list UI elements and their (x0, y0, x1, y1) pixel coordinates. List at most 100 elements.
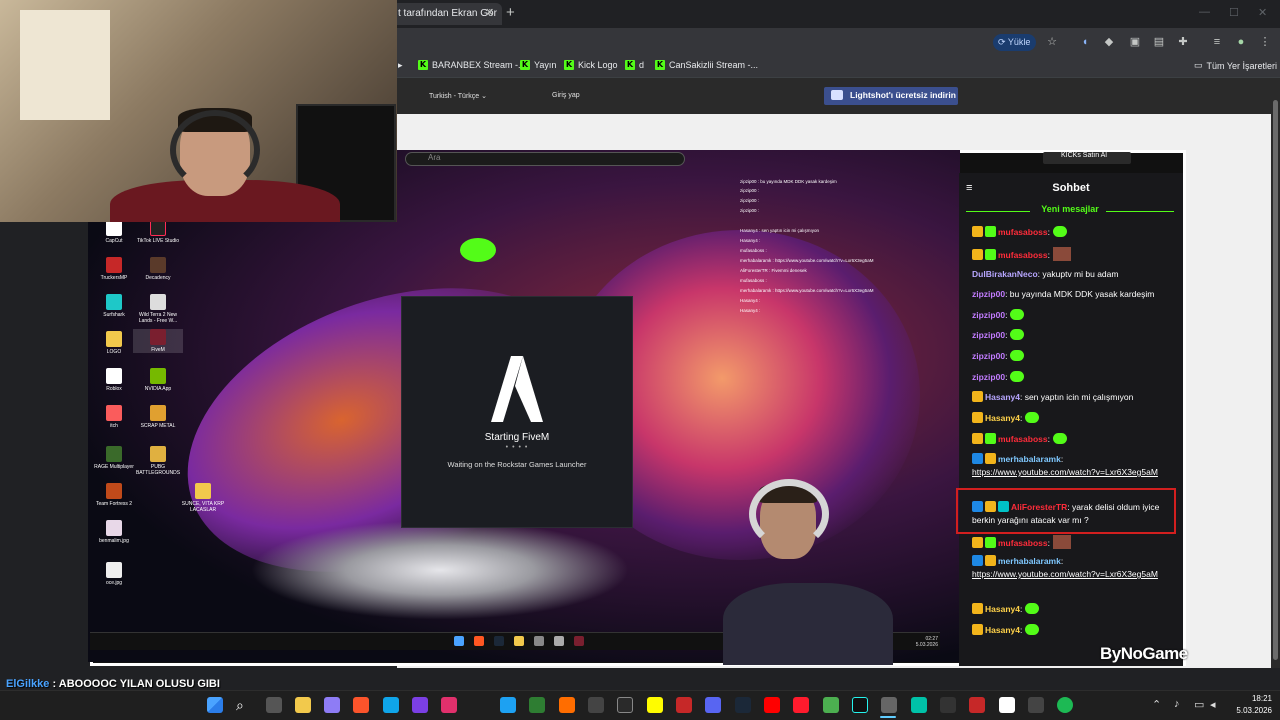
chat-link[interactable]: https://www.youtube.com/watch?v=Lxr6X3eg… (972, 569, 1158, 579)
kick-search-input[interactable]: Ara (405, 152, 685, 166)
desktop-icon-benmalim[interactable]: benmalim.jpg (89, 520, 139, 544)
bookmark-item[interactable]: K CanSakizlii Stream -... (655, 60, 758, 70)
puzzle-icon[interactable]: ✚ (1176, 35, 1190, 49)
yandex-icon[interactable] (999, 697, 1015, 713)
extension-audio-icon[interactable]: ◖ (1078, 35, 1092, 49)
all-bookmarks[interactable]: ▭ Tüm Yer İşaretleri (1194, 60, 1277, 71)
desktop-icon-scrapmetal[interactable]: SCRAP METAL (133, 405, 183, 429)
opera-icon[interactable] (793, 697, 809, 713)
desktop-icon-surfshark[interactable]: Surfshark (89, 294, 139, 318)
desktop-icon-nvidia[interactable]: NVIDIA App (133, 368, 183, 392)
chat-link[interactable]: https://www.youtube.com/watch?v=Lxr6X3eg… (972, 467, 1158, 477)
icon-label: LOGO (106, 349, 122, 355)
crown-badge-icon (972, 412, 983, 423)
desktop-icon-tiktok[interactable]: TikTok LIVE Studio (133, 220, 183, 244)
media-player-icon[interactable] (412, 697, 428, 713)
desktop-icon-fivem[interactable]: FiveM (133, 329, 183, 353)
language-selector[interactable]: Turkish - Türkçe ⌄ (429, 92, 487, 100)
upload-button[interactable]: ⟳ Yükle (993, 34, 1036, 51)
instagram-icon[interactable] (441, 697, 457, 713)
chrome-icon[interactable] (823, 697, 839, 713)
new-tab-icon[interactable]: + (506, 4, 515, 21)
bookmark-item[interactable]: K Yayın (520, 60, 556, 70)
chat-username[interactable]: merhabalaramk (998, 556, 1061, 566)
menu-icon[interactable]: ⋮ (1258, 35, 1272, 49)
twitter-icon[interactable] (500, 697, 516, 713)
chat-username[interactable]: Hasany4 (985, 413, 1020, 423)
chat-username[interactable]: mufasaboss (998, 250, 1048, 260)
epic-games-icon[interactable] (617, 697, 633, 713)
desktop-icon-folder[interactable]: SUNCE, VITA KRP LACASLAR (178, 483, 228, 513)
tray-overflow-icon[interactable]: ⌃ (1152, 698, 1161, 711)
microphone-icon[interactable]: ♪ (1174, 698, 1180, 710)
shield-icon[interactable]: ◆ (1102, 35, 1116, 49)
tab-close-icon[interactable]: ✕ (485, 6, 494, 19)
network-icon[interactable]: ▭ (1194, 698, 1204, 711)
chat-username[interactable]: zipzip00 (972, 310, 1005, 320)
desktop-icon-oce[interactable]: oce.jpg (89, 562, 139, 586)
chat-username[interactable]: merhabalaramk (998, 454, 1061, 464)
app-icon[interactable] (940, 697, 956, 713)
settings-icon[interactable] (1028, 697, 1044, 713)
chat-username[interactable]: Hasany4 (985, 392, 1020, 402)
desktop-icon-tf2[interactable]: Team Fortress 2 (89, 483, 139, 507)
star-icon[interactable]: ☆ (1045, 35, 1059, 49)
snapchat-icon[interactable] (647, 697, 663, 713)
spotify-icon[interactable] (1057, 697, 1073, 713)
chat-username[interactable]: DulBirakanNeco (972, 269, 1038, 279)
obs-icon[interactable] (881, 697, 897, 713)
soundcloud-icon[interactable] (559, 697, 575, 713)
desktop-icon-rage[interactable]: RAGE Multiplayer (89, 446, 139, 470)
close-window-icon[interactable]: ✕ (1258, 6, 1267, 19)
chat-username[interactable]: Hasany4 (985, 625, 1020, 635)
desktop-icon-truckersmp[interactable]: TruckersMP (89, 257, 139, 281)
edge-icon[interactable] (383, 697, 399, 713)
app-icon[interactable] (911, 697, 927, 713)
app-icon[interactable] (529, 697, 545, 713)
maximize-icon[interactable]: ☐ (1229, 6, 1239, 19)
desktop-icon-capcut[interactable]: CapCut (89, 220, 139, 244)
steam-icon[interactable] (735, 697, 751, 713)
discord-icon[interactable] (705, 697, 721, 713)
chat-username[interactable]: mufasaboss (998, 227, 1048, 237)
chat-username[interactable]: mufasaboss (998, 538, 1048, 548)
media-icon[interactable]: ≡ (1210, 35, 1224, 49)
speed-icon[interactable] (588, 697, 604, 713)
extension-icon[interactable]: ▣ (1128, 35, 1142, 49)
file-explorer-icon[interactable] (295, 697, 311, 713)
volume-icon[interactable]: ◂ (1210, 698, 1216, 711)
chat-username[interactable]: zipzip00 (972, 372, 1005, 382)
desktop-icon-decadency[interactable]: Decadency (133, 257, 183, 281)
chat-username[interactable]: AliForesterTR (1011, 502, 1067, 512)
chat-username[interactable]: zipzip00 (972, 289, 1005, 299)
chat-username[interactable]: Hasany4 (985, 604, 1020, 614)
login-link[interactable]: Giriş yap (552, 92, 580, 99)
profile-avatar[interactable]: ● (1234, 35, 1248, 49)
chat-username[interactable]: zipzip00 (972, 351, 1005, 361)
scrollbar-thumb[interactable] (1273, 100, 1278, 660)
minimize-icon[interactable]: — (1199, 6, 1210, 18)
youtube-icon[interactable] (764, 697, 780, 713)
bookmark-item[interactable]: K Kick Logo (564, 60, 618, 70)
app-icon[interactable] (969, 697, 985, 713)
search-icon[interactable]: ⌕ (236, 697, 252, 713)
bookmark-item[interactable]: Kd (625, 60, 644, 70)
screenshot-extension-icon[interactable]: ▤ (1152, 35, 1166, 49)
tiktok-icon[interactable] (852, 697, 868, 713)
desktop-icon-itch[interactable]: itch (89, 405, 139, 429)
app-icon[interactable] (676, 697, 692, 713)
kick-buy-button[interactable]: KICKs Satın Al (1043, 152, 1131, 164)
chat-username[interactable]: mufasaboss (998, 434, 1048, 444)
copilot-icon[interactable] (324, 697, 340, 713)
start-button-icon[interactable] (207, 697, 223, 713)
chat-username[interactable]: zipzip00 (972, 330, 1005, 340)
bookmark-item[interactable]: K BARANBEX Stream -... (418, 60, 526, 70)
download-lightshot-button[interactable]: Lightshot'ı ücretsiz indirin (824, 87, 958, 105)
task-view-icon[interactable] (266, 697, 282, 713)
taskbar-clock[interactable]: 18:21 5.03.2026 (1226, 693, 1272, 717)
brave-icon[interactable] (353, 697, 369, 713)
desktop-icon-pubg[interactable]: PUBG BATTLEGROUNDS (133, 446, 183, 476)
desktop-icon-roblox[interactable]: Roblox (89, 368, 139, 392)
desktop-icon-logo[interactable]: LOGO (89, 331, 139, 355)
desktop-icon-wildterra[interactable]: Wild Terra 2 New Lands - Free W... (133, 294, 183, 324)
